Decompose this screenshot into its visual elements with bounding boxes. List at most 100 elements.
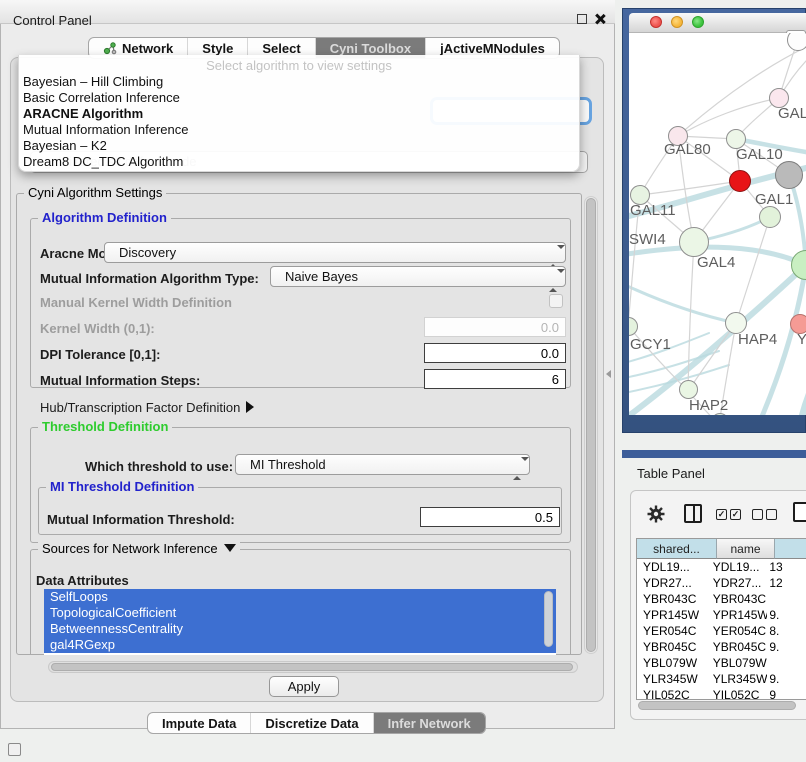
algorithm-dropdown-placeholder: Select algorithm to view settings (19, 58, 579, 73)
hub-definition-toggle[interactable]: Hub/Transcription Factor Definition (40, 400, 254, 415)
close-window-icon[interactable] (650, 16, 662, 28)
tab-infer-network-label: Infer Network (388, 716, 471, 731)
table-row[interactable]: YDL19...YDL19...13 (637, 559, 806, 575)
column-header-name[interactable]: name (717, 539, 775, 559)
manual-kernel-width-checkbox[interactable] (549, 294, 563, 308)
table-row[interactable]: YIL052CYIL052C9 (637, 687, 806, 700)
node-label: GAL11 (630, 202, 676, 219)
mi-algorithm-type-combobox[interactable]: Naive Bayes (270, 266, 566, 287)
aracne-mode-combobox[interactable]: Discovery (104, 242, 566, 263)
apply-button[interactable]: Apply (269, 676, 339, 697)
aracne-mode-value: Discovery (119, 245, 176, 260)
algorithm-option-highlighted[interactable]: ARACNE Algorithm (23, 106, 143, 121)
checked-column-icon[interactable]: ✓ (730, 509, 741, 520)
table-row[interactable]: YBR045CYBR045C9. (637, 639, 806, 655)
network-node-gal1-selected[interactable] (729, 170, 751, 192)
table-fn-icon[interactable] (793, 502, 806, 522)
tab-discretize-data-label: Discretize Data (265, 716, 358, 731)
combo-stepper-icon (549, 247, 557, 267)
hub-definition-label: Hub/Transcription Factor Definition (40, 400, 240, 415)
data-attributes-list[interactable]: SelfLoops TopologicalCoefficient Between… (44, 589, 556, 655)
control-panel-titlebar (0, 0, 615, 24)
kernel-width-field[interactable]: 0.0 (424, 317, 566, 337)
table-row[interactable]: YBL079WYBL079W (637, 655, 806, 671)
gear-icon[interactable] (646, 504, 666, 524)
expanded-arrow-icon (224, 544, 236, 552)
cyni-bottom-tabbar: Impute Data Discretize Data Infer Networ… (147, 712, 486, 734)
algorithm-option[interactable]: Bayesian – Hill Climbing (23, 74, 163, 89)
zoom-window-icon[interactable] (692, 16, 704, 28)
settings-scrollbar-track[interactable] (584, 196, 598, 654)
table-row[interactable]: YPR145WYPR145W9. (637, 607, 806, 623)
mi-threshold-group-title: MI Threshold Definition (46, 479, 198, 494)
node-label: GAL10 (736, 146, 783, 163)
network-node-swi4[interactable] (759, 206, 781, 228)
tab-network-label: Network (122, 41, 173, 56)
collapsed-arrow-icon (246, 401, 254, 413)
network-node-gal4[interactable] (679, 227, 709, 257)
column-header-shared-name[interactable]: shared... (637, 539, 717, 559)
minimize-window-icon[interactable] (671, 16, 683, 28)
table-row[interactable]: YLR345WYLR345W9. (637, 671, 806, 687)
which-threshold-label: Which threshold to use: (85, 459, 233, 474)
network-node[interactable] (787, 33, 806, 51)
column-header-clipped[interactable] (775, 539, 806, 559)
float-panel-icon[interactable] (577, 14, 587, 24)
table-hscrollbar-thumb[interactable] (638, 701, 796, 710)
restore-panel-icon[interactable] (8, 743, 21, 756)
settings-scrollbar-thumb[interactable] (586, 198, 596, 652)
split-columns-icon[interactable] (684, 504, 702, 523)
panel-resize-arrow-icon[interactable] (606, 370, 611, 378)
table-row[interactable]: YDR27...YDR27...12 (637, 575, 806, 591)
node-label: GAL80 (664, 141, 711, 158)
attribute-item[interactable]: TopologicalCoefficient (44, 605, 556, 621)
algorithm-dropdown-popup: Select algorithm to view settings Bayesi… (18, 55, 580, 172)
checked-column-icon[interactable]: ✓ (716, 509, 727, 520)
mi-threshold-field[interactable]: 0.5 (420, 507, 560, 527)
attribute-item[interactable]: BetweennessCentrality (44, 621, 556, 637)
sources-group-title: Sources for Network Inference (42, 541, 218, 556)
algorithm-option[interactable]: Bayesian – K2 (23, 138, 107, 153)
algorithm-option[interactable]: Mutual Information Inference (23, 122, 188, 137)
dpi-tolerance-field[interactable]: 0.0 (424, 343, 566, 363)
tab-discretize-data[interactable]: Discretize Data (250, 713, 372, 733)
tab-style-label: Style (202, 41, 233, 56)
mi-threshold-label: Mutual Information Threshold: (47, 512, 235, 527)
close-panel-icon[interactable] (594, 13, 606, 25)
table-row[interactable]: YBR043CYBR043C (637, 591, 806, 607)
window-edge-fragment (622, 450, 806, 458)
unchecked-column-icon[interactable] (752, 509, 763, 520)
which-threshold-combobox[interactable]: MI Threshold (235, 454, 530, 475)
node-table[interactable]: shared... name YDL19...YDL19...13 YDR27.… (636, 538, 806, 700)
node-label: HAP2 (689, 397, 728, 414)
manual-kernel-width-label: Manual Kernel Width Definition (40, 295, 232, 310)
unchecked-column-icon[interactable] (766, 509, 777, 520)
list-scrollbar-thumb[interactable] (544, 591, 553, 647)
sources-group-toggle[interactable]: Sources for Network Inference (38, 541, 240, 556)
network-icon (103, 41, 117, 55)
tab-select-label: Select (262, 41, 300, 56)
mi-steps-label: Mutual Information Steps: (40, 373, 200, 388)
node-label: GAL4 (697, 254, 735, 271)
kernel-width-label: Kernel Width (0,1): (40, 321, 155, 336)
attribute-item[interactable]: SelfLoops (44, 589, 556, 605)
tab-impute-data-label: Impute Data (162, 716, 236, 731)
algorithm-option[interactable]: Basic Correlation Inference (23, 90, 180, 105)
network-canvas[interactable]: GAL GAL80 GAL10 GAL1 GAL11 SWI4 GAL4 GCY… (629, 33, 806, 415)
tab-infer-network[interactable]: Infer Network (373, 713, 485, 733)
attribute-item[interactable]: gal4RGexp (44, 637, 556, 653)
node-label: GCY1 (630, 336, 671, 353)
cyni-algorithm-settings-title: Cyni Algorithm Settings (24, 185, 166, 200)
table-hscrollbar-track[interactable] (638, 701, 800, 711)
mi-steps-field[interactable]: 6 (424, 369, 566, 389)
settings-hscrollbar-track[interactable] (48, 661, 578, 673)
tab-jactivemnodules-label: jActiveMNodules (440, 41, 545, 56)
network-node-gray[interactable] (775, 161, 803, 189)
which-threshold-value: MI Threshold (250, 457, 326, 472)
control-panel-title: Control Panel (13, 13, 92, 28)
table-row[interactable]: YER054CYER054C8. (637, 623, 806, 639)
tab-impute-data[interactable]: Impute Data (148, 713, 250, 733)
screen: Control Panel Network Style Select Cyni … (0, 0, 806, 762)
settings-hscrollbar-thumb[interactable] (51, 663, 573, 671)
algorithm-option[interactable]: Dream8 DC_TDC Algorithm (23, 154, 183, 169)
